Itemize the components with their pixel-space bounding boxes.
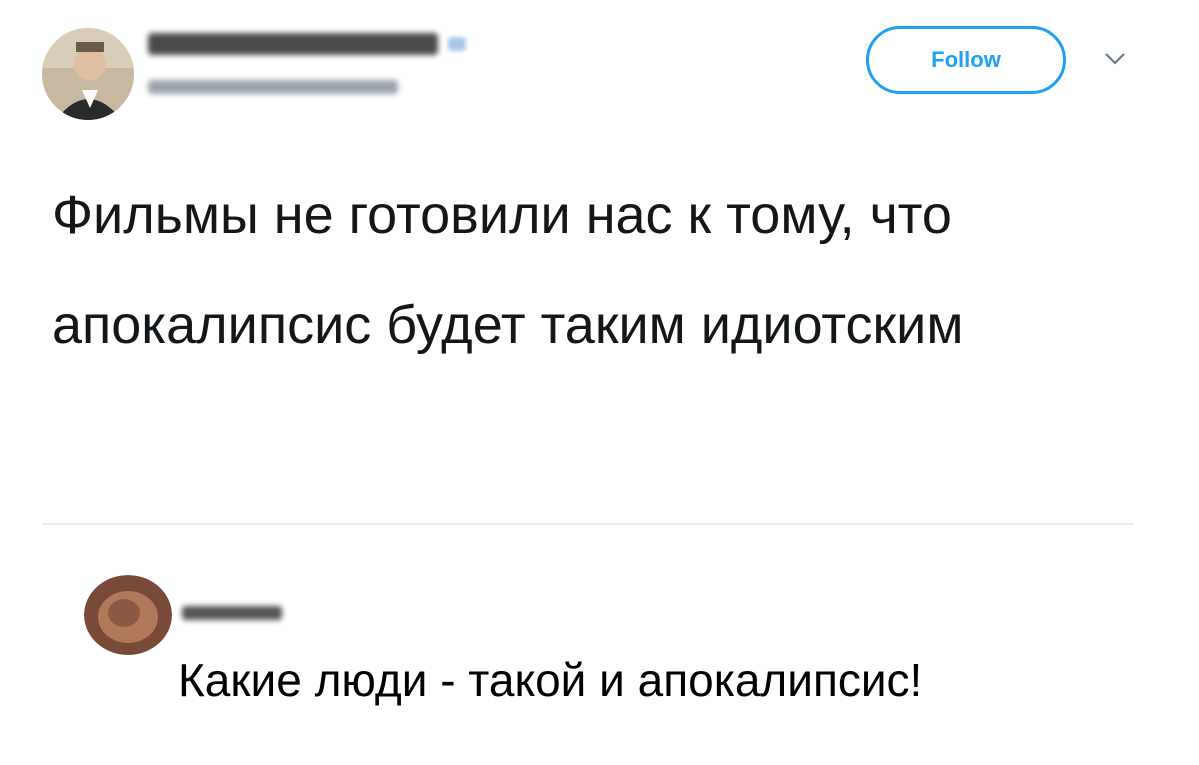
author-avatar-image bbox=[42, 28, 134, 120]
reply-author-blurred[interactable] bbox=[182, 606, 282, 620]
tweet-text: Фильмы не готовили нас к тому, что апока… bbox=[52, 185, 964, 355]
follow-button[interactable]: Follow bbox=[866, 26, 1066, 94]
reply-avatar[interactable] bbox=[84, 575, 172, 655]
reply-text: Какие люди - такой и апокалипсис! bbox=[178, 654, 923, 706]
divider bbox=[42, 523, 1134, 525]
verified-icon bbox=[448, 37, 466, 51]
author-name-blurred[interactable] bbox=[148, 33, 438, 55]
author-handle-blurred[interactable] bbox=[148, 80, 398, 94]
reply-avatar-image bbox=[84, 575, 172, 655]
author-name-line[interactable] bbox=[148, 33, 466, 55]
chevron-down-icon[interactable] bbox=[1104, 52, 1126, 66]
author-avatar[interactable] bbox=[42, 28, 134, 120]
follow-button-label: Follow bbox=[931, 47, 1001, 72]
